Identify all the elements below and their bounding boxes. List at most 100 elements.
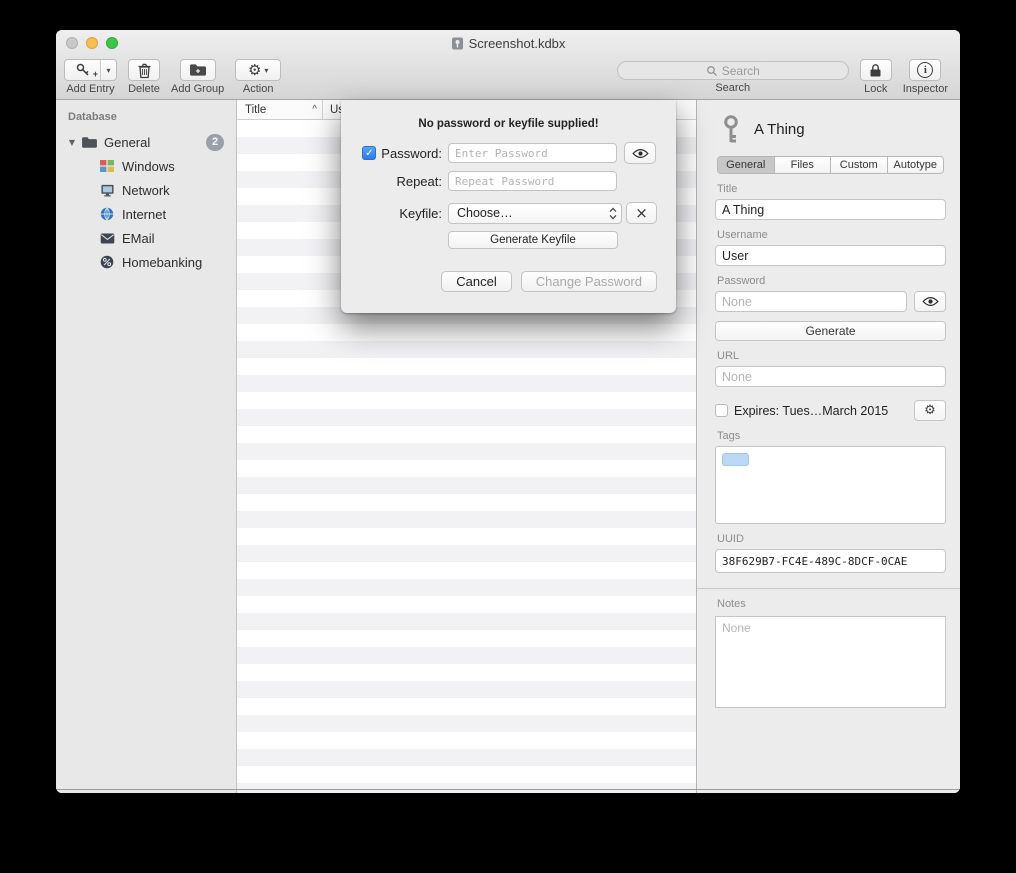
generate-password-button[interactable]: Generate xyxy=(715,321,946,341)
change-password-button[interactable]: Change Password xyxy=(521,271,657,292)
action-button[interactable]: ⚙ ▾ xyxy=(235,59,281,81)
windows-icon xyxy=(98,158,116,174)
tab-label: Autotype xyxy=(894,159,937,171)
url-field-label: URL xyxy=(717,350,946,362)
add-entry-button[interactable]: + ▾ xyxy=(64,59,117,81)
sidebar-item-label: Homebanking xyxy=(122,255,202,270)
close-button[interactable] xyxy=(66,37,78,49)
password-field-label: Password xyxy=(717,275,946,287)
network-icon xyxy=(98,182,116,198)
popup-chevrons-icon xyxy=(609,207,617,220)
chevron-down-icon: ▾ xyxy=(106,66,110,75)
sort-indicator-icon: ^ xyxy=(312,104,317,115)
sidebar-item-label: Network xyxy=(122,183,170,198)
inspector-panel: A Thing General Files Custom Autotype Ti… xyxy=(696,100,960,793)
folder-plus-icon xyxy=(189,63,207,77)
plus-icon: + xyxy=(93,69,98,79)
generate-keyfile-button[interactable]: Generate Keyfile xyxy=(448,231,618,249)
toolbar-item-search: Search Search xyxy=(617,59,849,94)
repeat-row: Repeat: xyxy=(361,170,657,192)
action-label: Action xyxy=(243,83,274,95)
sidebar-item-windows[interactable]: Windows xyxy=(56,154,236,178)
add-entry-dropdown-button[interactable]: ▾ xyxy=(101,60,116,80)
minimize-button[interactable] xyxy=(86,37,98,49)
info-glyph: i xyxy=(924,64,927,76)
tab-label: Files xyxy=(791,159,814,171)
sidebar-item-internet[interactable]: Internet xyxy=(56,202,236,226)
eye-icon xyxy=(632,148,649,159)
titlebar[interactable]: Screenshot.kdbx xyxy=(56,30,960,56)
title-field[interactable] xyxy=(715,199,946,220)
sidebar-item-network[interactable]: Network xyxy=(56,178,236,202)
expires-label: Expires: Tues…March 2015 xyxy=(734,404,888,418)
delete-button[interactable] xyxy=(128,59,160,81)
sidebar-item-label: EMail xyxy=(122,231,155,246)
delete-label: Delete xyxy=(128,83,160,95)
add-group-button[interactable] xyxy=(180,59,216,81)
search-input[interactable]: Search xyxy=(617,61,849,80)
add-group-label: Add Group xyxy=(171,83,224,95)
toolbar-item-inspector: i Inspector xyxy=(903,59,948,95)
lock-button[interactable] xyxy=(860,59,892,81)
sidebar-item-label: Internet xyxy=(122,207,166,222)
eye-icon xyxy=(922,296,939,307)
tag-chip[interactable] xyxy=(722,453,749,466)
dialog-password-input[interactable] xyxy=(448,143,617,163)
tags-box[interactable] xyxy=(715,446,946,524)
dialog-password-label: Password: xyxy=(381,146,442,161)
status-divider xyxy=(56,789,960,790)
app-window: Screenshot.kdbx + ▾ Add Entry xyxy=(56,30,960,793)
gear-icon: ⚙ xyxy=(924,404,936,417)
count-badge: 2 xyxy=(206,134,224,151)
tab-general[interactable]: General xyxy=(718,157,775,173)
dialog-repeat-label: Repeat: xyxy=(396,174,442,189)
uuid-field[interactable] xyxy=(715,549,946,573)
trash-icon xyxy=(137,62,152,79)
toolbar-item-delete: Delete xyxy=(128,59,160,95)
window-title: Screenshot.kdbx xyxy=(469,36,566,51)
keyfile-popup-button[interactable]: Choose… xyxy=(448,203,622,224)
expires-checkbox[interactable] xyxy=(715,404,728,417)
column-header-title[interactable]: Title ^ xyxy=(237,100,323,119)
add-entry-key-icon: + xyxy=(65,60,101,80)
dialog-repeat-input[interactable] xyxy=(448,171,617,191)
tab-label: Custom xyxy=(840,159,878,171)
toolbar-item-add-group: Add Group xyxy=(171,59,224,95)
notes-label: Notes xyxy=(717,598,946,610)
keyfile-row: Keyfile: Choose… × xyxy=(361,202,657,224)
title-field-label: Title xyxy=(717,183,946,195)
username-field[interactable] xyxy=(715,245,946,266)
sidebar-item-label: Windows xyxy=(122,159,175,174)
folder-icon xyxy=(80,134,98,150)
traffic-lights xyxy=(66,37,118,49)
tab-custom[interactable]: Custom xyxy=(831,157,888,173)
cancel-button[interactable]: Cancel xyxy=(441,271,511,292)
tab-files[interactable]: Files xyxy=(775,157,832,173)
reveal-password-button[interactable] xyxy=(914,291,946,312)
dialog-reveal-password-button[interactable] xyxy=(624,142,656,164)
url-field[interactable] xyxy=(715,366,946,387)
username-field-label: Username xyxy=(717,229,946,241)
tab-autotype[interactable]: Autotype xyxy=(888,157,944,173)
tags-label: Tags xyxy=(717,430,946,442)
entry-title: A Thing xyxy=(754,121,805,138)
uuid-label: UUID xyxy=(717,533,946,545)
inspector-divider xyxy=(697,588,960,589)
sidebar-group-general[interactable]: ▼ General 2 xyxy=(56,130,236,154)
notes-field[interactable] xyxy=(715,616,946,708)
password-checkbox[interactable]: ✓ xyxy=(362,146,376,160)
sidebar-item-email[interactable]: EMail xyxy=(56,226,236,250)
disclosure-triangle-icon[interactable]: ▼ xyxy=(64,138,80,147)
lock-icon xyxy=(869,63,882,78)
toolbar-item-lock: Lock xyxy=(860,59,892,95)
zoom-button[interactable] xyxy=(106,37,118,49)
change-password-dialog: No password or keyfile supplied! ✓ Passw… xyxy=(341,100,676,313)
sidebar-item-homebanking[interactable]: Homebanking xyxy=(56,250,236,274)
clear-keyfile-button[interactable]: × xyxy=(626,202,657,224)
expires-settings-button[interactable]: ⚙ xyxy=(914,400,946,421)
close-x-icon: × xyxy=(635,206,648,221)
column-title-label: Title xyxy=(245,104,266,116)
inspector-button[interactable]: i xyxy=(909,59,941,81)
gear-icon: ⚙ xyxy=(248,63,261,78)
password-field[interactable] xyxy=(715,291,907,312)
